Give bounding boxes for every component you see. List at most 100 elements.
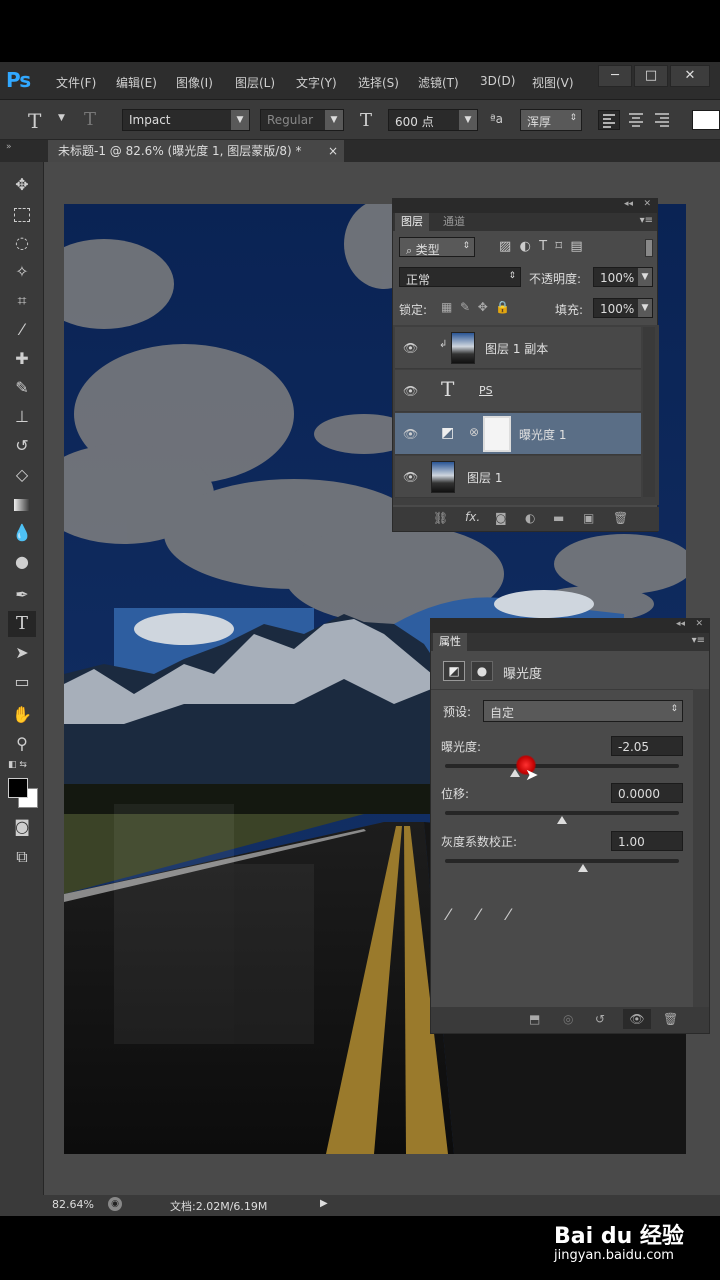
- rectangle-tool-icon[interactable]: ▭: [8, 669, 36, 695]
- menu-filter[interactable]: 滤镜(T): [418, 74, 459, 91]
- close-icon[interactable]: ✕: [695, 619, 703, 629]
- reset-icon[interactable]: ↺: [595, 1012, 605, 1026]
- history-brush-icon[interactable]: ↺: [8, 433, 36, 459]
- gamma-input[interactable]: 1.00: [611, 831, 683, 851]
- pixel-filter-icon[interactable]: ▨: [499, 239, 511, 254]
- folder-icon[interactable]: ▬: [553, 511, 564, 525]
- type-tool-icon[interactable]: T: [8, 611, 36, 637]
- font-family-select[interactable]: Impact ▼: [122, 109, 250, 131]
- tab-properties[interactable]: 属性: [433, 633, 467, 651]
- screen-mode-icon[interactable]: ⧉: [8, 844, 36, 870]
- exposure-slider-track[interactable]: [445, 764, 679, 768]
- share-icon[interactable]: ◉: [108, 1197, 122, 1211]
- lock-pixels-icon[interactable]: ✎: [460, 300, 470, 314]
- close-tab-icon[interactable]: ×: [328, 140, 338, 162]
- eraser-tool-icon[interactable]: ◇: [8, 462, 36, 488]
- lasso-tool-icon[interactable]: ◌: [8, 230, 36, 256]
- tab-layers[interactable]: 图层: [395, 213, 429, 231]
- hand-tool-icon[interactable]: ✋: [8, 702, 36, 728]
- font-size-select[interactable]: 600 点 ▼: [388, 109, 478, 131]
- marquee-tool-icon[interactable]: [8, 201, 36, 227]
- menu-select[interactable]: 选择(S): [358, 74, 399, 91]
- eye-icon[interactable]: 👁: [403, 470, 418, 484]
- layer-row-selected[interactable]: 👁 ◩ ⊗ 曝光度 1: [395, 413, 641, 455]
- tab-channels[interactable]: 通道: [437, 213, 471, 231]
- pen-tool-icon[interactable]: ✒: [8, 582, 36, 608]
- menu-view[interactable]: 视图(V): [532, 74, 574, 91]
- type-filter-icon[interactable]: T: [539, 239, 547, 254]
- maximize-button[interactable]: □: [634, 65, 668, 87]
- exposure-input[interactable]: -2.05: [611, 736, 683, 756]
- layer-name[interactable]: PS: [479, 384, 493, 397]
- close-icon[interactable]: ✕: [643, 199, 651, 209]
- collapse-icon[interactable]: ◂◂: [676, 619, 685, 629]
- lock-all-icon[interactable]: 🔒: [495, 300, 510, 314]
- filter-toggle[interactable]: [645, 239, 653, 257]
- layer-filter-select[interactable]: ⌕ 类型 ⇕: [399, 237, 475, 257]
- crop-tool-icon[interactable]: ⌗: [8, 288, 36, 314]
- view-previous-icon[interactable]: ◎: [563, 1012, 573, 1026]
- smart-object-filter-icon[interactable]: ▤: [570, 239, 582, 254]
- shape-filter-icon[interactable]: ⌑: [555, 239, 562, 254]
- menu-edit[interactable]: 编辑(E): [116, 74, 157, 91]
- lock-transparency-icon[interactable]: ▦: [441, 300, 452, 314]
- white-point-eyedropper-icon[interactable]: ⁄: [507, 905, 510, 924]
- layer-row[interactable]: 👁 ↲ 图层 1 副本: [395, 327, 641, 369]
- eye-icon[interactable]: 👁: [403, 341, 418, 355]
- path-selection-icon[interactable]: ➤: [8, 640, 36, 666]
- collapse-icon[interactable]: ◂◂: [624, 199, 633, 209]
- eye-icon[interactable]: 👁: [403, 384, 418, 398]
- collapse-icon[interactable]: »: [6, 142, 12, 152]
- eyedropper-tool-icon[interactable]: ⁄: [8, 317, 36, 343]
- layers-scrollbar[interactable]: [643, 327, 655, 497]
- layer-mask-thumbnail[interactable]: [483, 416, 511, 452]
- type-tool-preset-icon[interactable]: T: [28, 109, 41, 133]
- link-icon[interactable]: ⛓: [433, 511, 448, 525]
- blend-mode-select[interactable]: 正常 ⇕: [399, 267, 521, 287]
- antialias-select[interactable]: 浑厚 ⇕: [520, 109, 582, 131]
- trash-icon[interactable]: 🗑: [613, 511, 628, 525]
- text-color-swatch[interactable]: [692, 110, 720, 130]
- zoom-level[interactable]: 82.64%: [52, 1198, 94, 1211]
- move-tool-icon[interactable]: ✥: [8, 172, 36, 198]
- offset-slider-thumb[interactable]: [557, 816, 567, 824]
- align-left-icon[interactable]: [598, 110, 620, 130]
- clip-to-layer-icon[interactable]: ⬒: [529, 1012, 540, 1026]
- layer-name[interactable]: 图层 1: [467, 469, 502, 486]
- panel-menu-icon[interactable]: ▾≡: [640, 215, 653, 226]
- mask-icon[interactable]: ◙: [495, 511, 507, 525]
- gamma-slider-track[interactable]: [445, 859, 679, 863]
- close-window-button[interactable]: ✕: [670, 65, 710, 87]
- menu-3d[interactable]: 3D(D): [480, 74, 515, 88]
- quick-mask-icon[interactable]: ◙: [8, 814, 36, 840]
- chevron-right-icon[interactable]: ▶: [320, 1198, 328, 1209]
- preset-select[interactable]: 自定 ⇕: [483, 700, 683, 722]
- opacity-field[interactable]: 100% ▼: [593, 267, 653, 287]
- toggle-orientation-icon[interactable]: T: [84, 109, 96, 130]
- healing-brush-icon[interactable]: ✚: [8, 346, 36, 372]
- layer-row[interactable]: 👁 图层 1: [395, 456, 641, 498]
- offset-slider-track[interactable]: [445, 811, 679, 815]
- dodge-tool-icon[interactable]: ●: [8, 549, 36, 575]
- lock-position-icon[interactable]: ✥: [478, 300, 488, 314]
- menu-layer[interactable]: 图层(L): [235, 74, 275, 91]
- zoom-tool-icon[interactable]: ⚲: [8, 731, 36, 757]
- layer-name[interactable]: 图层 1 副本: [485, 340, 548, 357]
- new-layer-icon[interactable]: ▣: [583, 511, 594, 525]
- exposure-adjustment-icon[interactable]: ◩: [443, 661, 465, 681]
- menu-image[interactable]: 图像(I): [176, 74, 213, 91]
- black-point-eyedropper-icon[interactable]: ⁄: [447, 905, 450, 924]
- properties-scrollbar[interactable]: [693, 689, 709, 1007]
- layer-row[interactable]: 👁 T PS: [395, 370, 641, 412]
- adjustment-icon[interactable]: ◐: [525, 511, 535, 525]
- default-colors-icon[interactable]: ◧ ⇆: [8, 760, 27, 770]
- menu-type[interactable]: 文字(Y): [296, 74, 337, 91]
- eye-icon[interactable]: 👁: [403, 427, 418, 441]
- gamma-slider-thumb[interactable]: [578, 864, 589, 872]
- visibility-icon[interactable]: 👁: [623, 1009, 651, 1029]
- trash-icon[interactable]: 🗑: [663, 1012, 678, 1026]
- gradient-tool-icon[interactable]: [8, 491, 36, 517]
- link-icon[interactable]: ⊗: [469, 425, 479, 439]
- mask-icon[interactable]: ●: [471, 661, 493, 681]
- magic-wand-icon[interactable]: ✧: [8, 259, 36, 285]
